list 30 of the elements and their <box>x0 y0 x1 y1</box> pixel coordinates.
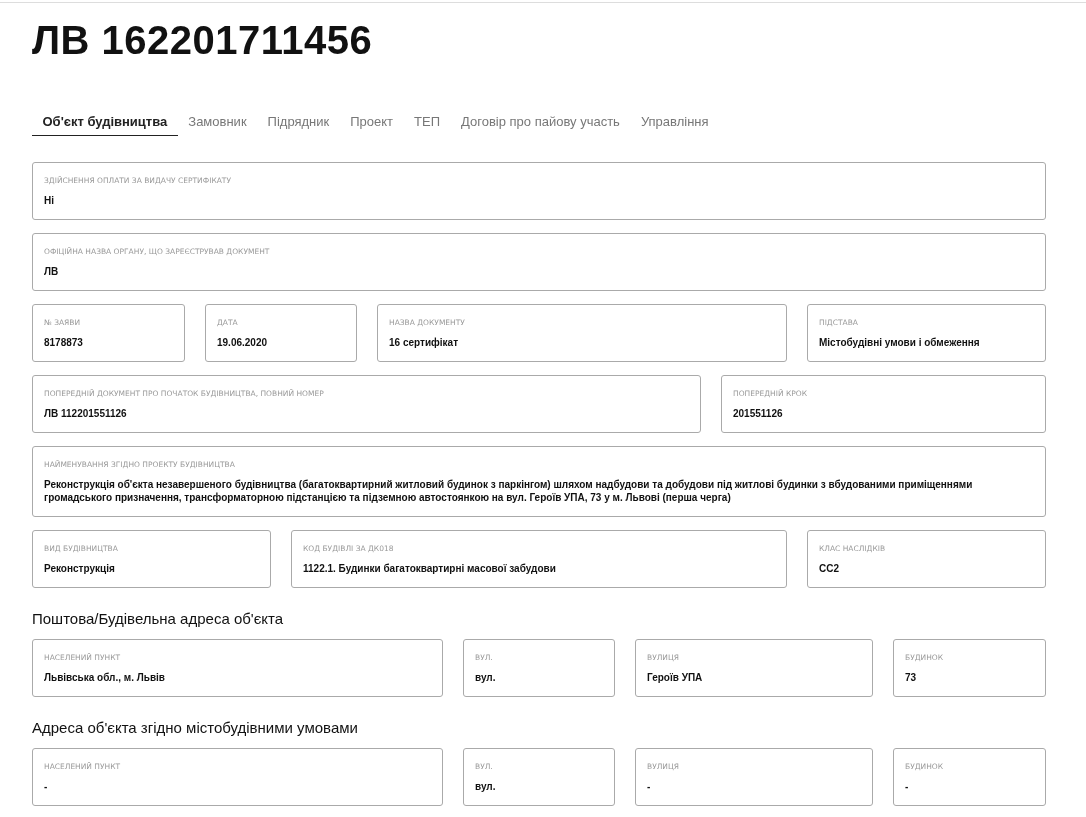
tab[interactable]: Об'єкт будівництва <box>32 110 178 136</box>
tab[interactable]: Замовник <box>177 110 258 136</box>
field-value: Реконструкція об'єкта незавершеного будівництва (багатоквартирний житловий будинок з паркінгом) шляхом надбудови та добудови під житлові будинки з вбудованими приміщеннями громадського призначення, трансформаторною підстанцією та підземною автостоянкою на вул. Героїв УПА, 73 у м. Львові (перша черга) <box>44 478 974 504</box>
field-value: ЛВ <box>44 265 60 278</box>
section-heading: Адреса об'єкта згідно містобудівними умовами <box>32 719 359 736</box>
tab[interactable]: ТЕП <box>403 110 451 136</box>
field-value: - <box>905 780 910 793</box>
field-value: 201551126 <box>733 407 784 420</box>
field-value: СС2 <box>819 562 840 575</box>
field-value: вул. <box>475 780 497 793</box>
field-value: Героїв УПА <box>647 671 704 684</box>
field-value: Реконструкція <box>44 562 116 575</box>
field-value: вул. <box>475 671 497 684</box>
field-value: - <box>647 780 652 793</box>
field-value: Містобудівні умови і обмеження <box>819 336 981 349</box>
field-value: 19.06.2020 <box>217 336 269 349</box>
field-value: 73 <box>905 671 918 684</box>
tab[interactable]: Підрядник <box>257 110 340 136</box>
field-value: Ні <box>44 194 55 207</box>
field-value: ЛВ 112201551126 <box>44 407 128 420</box>
field-value: - <box>44 780 49 793</box>
tab[interactable]: Проект <box>339 110 404 136</box>
tab[interactable]: Договір про пайову участь <box>450 110 631 136</box>
section-heading: Поштова/Будівельна адреса об'єкта <box>32 610 285 627</box>
tab[interactable]: Управління <box>630 110 720 136</box>
field-value: 16 сертифікат <box>389 336 460 349</box>
field-value: 1122.1. Будинки багатоквартирні масової забудови <box>303 562 557 575</box>
page-title: ЛВ 162201711456 <box>32 17 374 62</box>
field-value: 8178873 <box>44 336 84 349</box>
field-value: Львівська обл., м. Львів <box>44 671 166 684</box>
